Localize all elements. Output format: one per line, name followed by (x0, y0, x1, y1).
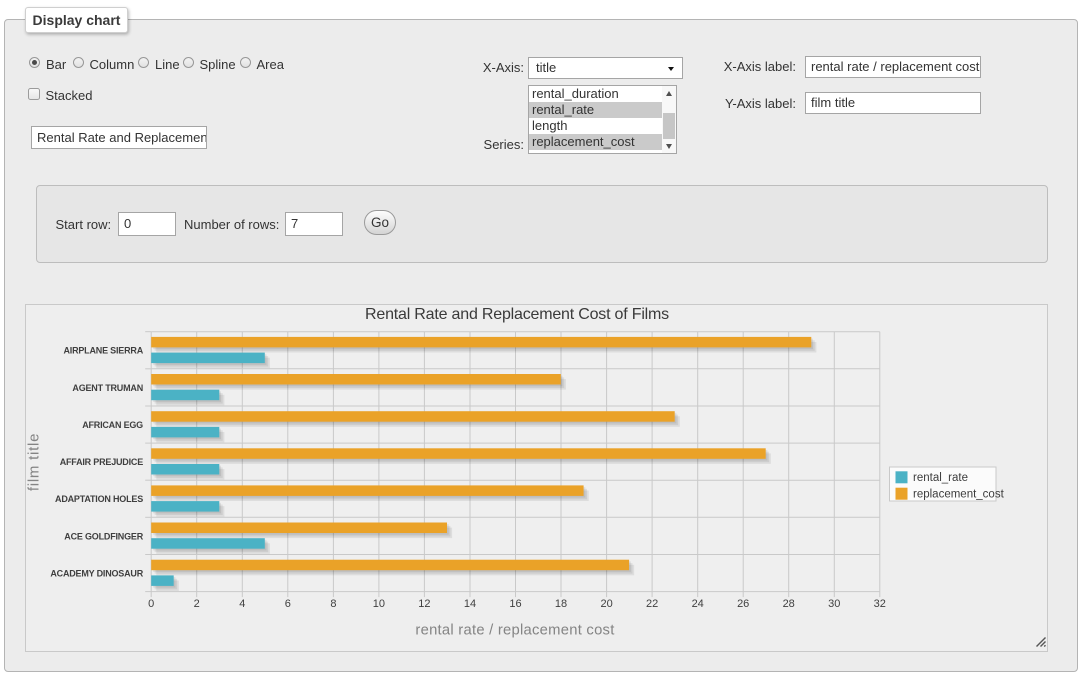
svg-text:AIRPLANE SIERRA: AIRPLANE SIERRA (63, 346, 143, 356)
svg-text:AGENT TRUMAN: AGENT TRUMAN (72, 383, 143, 393)
svg-text:8: 8 (330, 598, 336, 610)
svg-text:20: 20 (600, 598, 612, 610)
svg-text:10: 10 (373, 598, 385, 610)
svg-text:28: 28 (783, 598, 795, 610)
svg-text:22: 22 (646, 598, 658, 610)
svg-text:30: 30 (828, 598, 840, 610)
svg-text:2: 2 (194, 598, 200, 610)
svg-text:6: 6 (285, 598, 291, 610)
svg-text:16: 16 (509, 598, 521, 610)
svg-text:replacement_cost: replacement_cost (913, 488, 1005, 500)
svg-text:24: 24 (692, 598, 704, 610)
svg-text:18: 18 (555, 598, 567, 610)
svg-text:32: 32 (874, 598, 886, 610)
svg-text:AFRICAN EGG: AFRICAN EGG (82, 420, 143, 430)
svg-text:film title: film title (26, 433, 43, 491)
svg-text:4: 4 (239, 598, 245, 610)
svg-text:ADAPTATION HOLES: ADAPTATION HOLES (55, 494, 143, 504)
svg-text:rental rate / replacement cost: rental rate / replacement cost (415, 623, 614, 639)
svg-text:12: 12 (418, 598, 430, 610)
svg-text:26: 26 (737, 598, 749, 610)
svg-text:14: 14 (464, 598, 476, 610)
svg-text:ACE GOLDFINGER: ACE GOLDFINGER (64, 531, 143, 541)
svg-text:0: 0 (148, 598, 154, 610)
svg-text:Rental Rate and Replacement Co: Rental Rate and Replacement Cost of Film… (365, 306, 669, 323)
svg-text:ACADEMY DINOSAUR: ACADEMY DINOSAUR (50, 568, 143, 578)
svg-text:rental_rate: rental_rate (913, 472, 968, 484)
svg-text:AFFAIR PREJUDICE: AFFAIR PREJUDICE (60, 457, 144, 467)
